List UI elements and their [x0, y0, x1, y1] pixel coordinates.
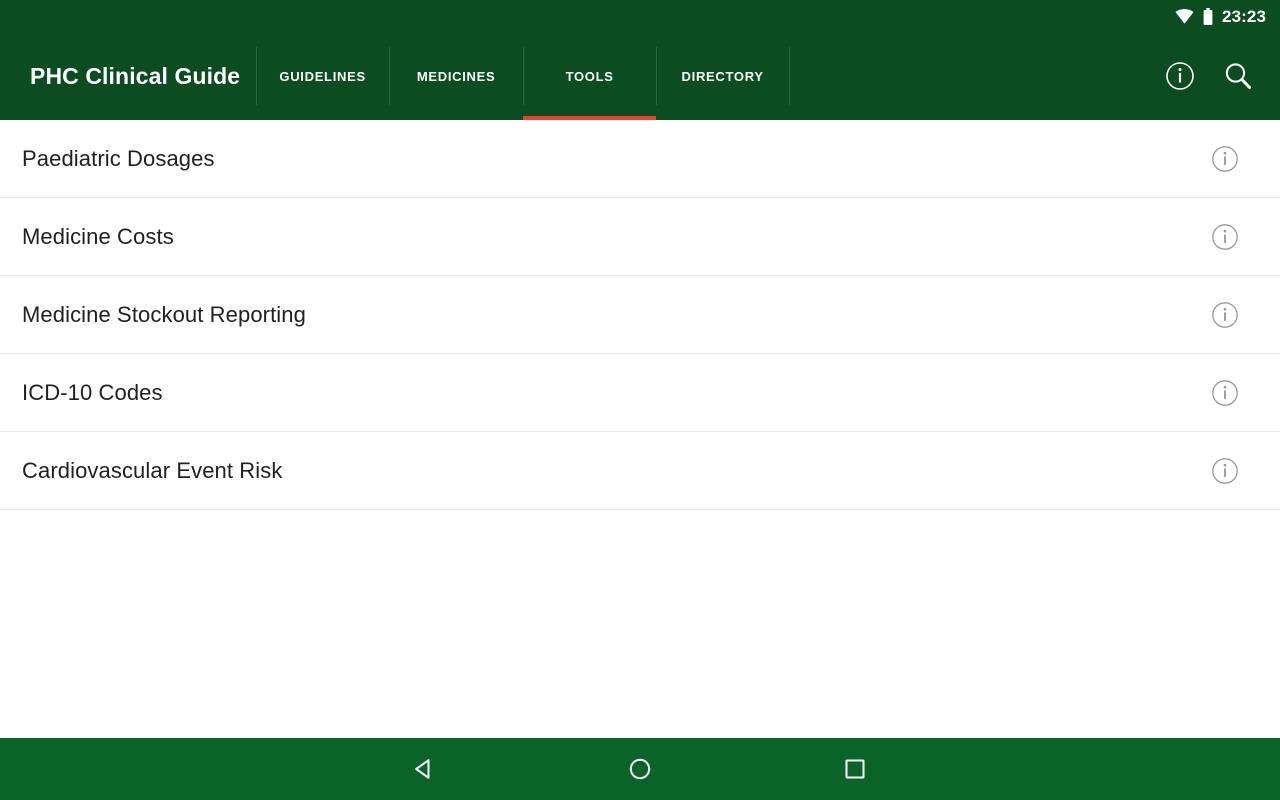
tab-bar: GUIDELINES MEDICINES TOOLS DIRECTORY	[256, 32, 1154, 120]
search-icon	[1222, 60, 1254, 92]
android-navigation-bar	[0, 738, 1280, 800]
tab-medicines[interactable]: MEDICINES	[389, 32, 523, 120]
tools-list: Paediatric Dosages Medicine Costs Medici…	[0, 120, 1280, 738]
tab-bar-spacer	[789, 32, 1154, 120]
tab-tools-label: TOOLS	[565, 68, 614, 84]
wifi-icon	[1175, 8, 1194, 24]
list-item[interactable]: Paediatric Dosages	[0, 120, 1280, 198]
list-item[interactable]: ICD-10 Codes	[0, 354, 1280, 432]
app-bar: PHC Clinical Guide GUIDELINES MEDICINES …	[0, 32, 1280, 120]
app-bar-actions	[1154, 32, 1280, 120]
back-button[interactable]	[394, 738, 454, 800]
list-item[interactable]: Medicine Stockout Reporting	[0, 276, 1280, 354]
circle-icon	[627, 756, 653, 782]
info-circle-icon[interactable]	[1208, 220, 1242, 254]
android-status-bar: 23:23	[0, 0, 1280, 32]
info-circle-icon[interactable]	[1208, 376, 1242, 410]
app-root: 23:23 PHC Clinical Guide GUIDELINES MEDI…	[0, 0, 1280, 800]
triangle-left-icon	[411, 756, 437, 782]
info-icon	[1165, 61, 1195, 91]
recents-button[interactable]	[825, 738, 885, 800]
tab-directory-label: DIRECTORY	[681, 68, 764, 84]
status-bar-clock: 23:23	[1222, 6, 1266, 26]
tab-medicines-label: MEDICINES	[416, 68, 496, 84]
search-button[interactable]	[1222, 60, 1254, 92]
tab-guidelines-label: GUIDELINES	[279, 68, 366, 84]
battery-icon	[1203, 7, 1213, 25]
tab-directory[interactable]: DIRECTORY	[656, 32, 789, 120]
info-button[interactable]	[1164, 60, 1196, 92]
app-title: PHC Clinical Guide	[30, 62, 241, 89]
info-circle-icon[interactable]	[1208, 298, 1242, 332]
home-button[interactable]	[610, 738, 670, 800]
list-item-label: Medicine Stockout Reporting	[22, 301, 306, 327]
info-circle-icon[interactable]	[1208, 454, 1242, 488]
status-icons: 23:23	[1175, 6, 1266, 26]
tab-guidelines[interactable]: GUIDELINES	[256, 32, 389, 120]
list-item-label: Paediatric Dosages	[22, 145, 215, 171]
square-icon	[842, 756, 868, 782]
list-item[interactable]: Medicine Costs	[0, 198, 1280, 276]
tab-tools[interactable]: TOOLS	[523, 32, 657, 120]
list-item-label: ICD-10 Codes	[22, 379, 163, 405]
info-circle-icon[interactable]	[1208, 142, 1242, 176]
list-item-label: Cardiovascular Event Risk	[22, 457, 283, 483]
list-item-label: Medicine Costs	[22, 223, 174, 249]
list-item[interactable]: Cardiovascular Event Risk	[0, 432, 1280, 510]
